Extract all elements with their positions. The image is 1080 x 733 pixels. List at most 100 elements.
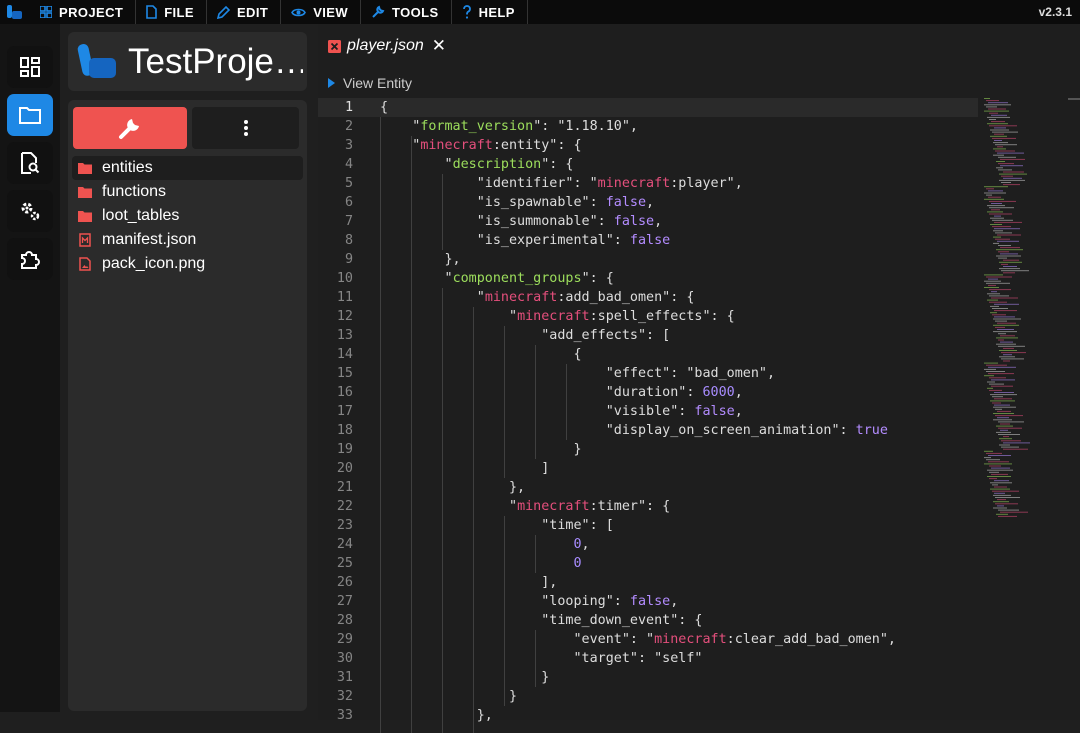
- minimap-line: [1001, 270, 1029, 272]
- tree-item-loot-tables[interactable]: loot_tables: [72, 204, 303, 228]
- minimap-line: [1001, 263, 1008, 265]
- file-icon: [146, 5, 158, 19]
- tree-item-pack-icon[interactable]: pack_icon.png: [72, 252, 303, 276]
- code-token: true: [855, 423, 888, 438]
- explorer-button[interactable]: [7, 94, 53, 136]
- code-token: :spell_effects": {: [589, 309, 735, 324]
- code-line[interactable]: 13 "add_effects": [: [318, 326, 978, 345]
- minimap-line: [997, 329, 1014, 330]
- minimap-line: [986, 282, 1010, 284]
- pencil-icon: [216, 5, 230, 19]
- line-number: 1: [344, 100, 353, 115]
- code-line[interactable]: 32 }: [318, 687, 978, 706]
- code-line[interactable]: 8 "is_experimental": false: [318, 231, 978, 250]
- code-line[interactable]: 11 "minecraft:add_bad_omen": {: [318, 288, 978, 307]
- minimap-line: [998, 339, 1004, 341]
- code-line[interactable]: 18 "display_on_screen_animation": true: [318, 421, 978, 440]
- menu-edit[interactable]: EDIT: [207, 0, 282, 24]
- minimap-line: [997, 240, 1019, 242]
- minimap-line: [998, 169, 1012, 171]
- code-line[interactable]: 10 "component_groups": {: [318, 269, 978, 288]
- minimap-line: [994, 486, 1007, 488]
- minimap-line: [993, 406, 1016, 408]
- minimap-line: [984, 192, 1006, 194]
- line-number: 10: [336, 271, 353, 286]
- code-line[interactable]: 2 "format_version": "1.18.10",: [318, 117, 978, 136]
- minimap-line: [984, 274, 1003, 276]
- code-token: "looping":: [380, 594, 630, 609]
- minimap-line: [1003, 171, 1024, 173]
- code-line[interactable]: 16 "duration": 6000,: [318, 383, 978, 402]
- tree-item-functions[interactable]: functions: [72, 180, 303, 204]
- tools-button[interactable]: [73, 107, 187, 149]
- file-explorer: entities functions loot_tables manifest.…: [68, 100, 307, 711]
- code-line[interactable]: 33 },: [318, 706, 978, 725]
- more-options-button[interactable]: [192, 107, 299, 149]
- line-number: 27: [336, 594, 353, 609]
- minimap-line: [989, 471, 999, 473]
- code-line[interactable]: 30 "target": "self": [318, 649, 978, 668]
- view-entity-link[interactable]: View Entity: [328, 75, 412, 91]
- code-line[interactable]: 28 "time_down_event": {: [318, 611, 978, 630]
- settings-button[interactable]: [7, 190, 53, 232]
- code-line[interactable]: 22 "minecraft:timer": {: [318, 497, 978, 516]
- minimap-line: [990, 312, 997, 314]
- dashboard-button[interactable]: [7, 46, 53, 88]
- app-logo-icon[interactable]: [0, 0, 30, 24]
- extensions-button[interactable]: [7, 238, 53, 280]
- minimap[interactable]: [982, 98, 1080, 518]
- code-line[interactable]: 5 "identifier": "minecraft:player",: [318, 174, 978, 193]
- minimap-line: [988, 102, 1008, 104]
- tab-player-json[interactable]: player.json ✕: [328, 36, 446, 56]
- code-line[interactable]: 14 {: [318, 345, 978, 364]
- project-header[interactable]: TestProje…: [68, 32, 307, 91]
- minimap-line: [989, 119, 996, 120]
- code-line[interactable]: 26 ],: [318, 573, 978, 592]
- line-number: 12: [336, 309, 353, 324]
- code-line[interactable]: 9 },: [318, 250, 978, 269]
- code-line[interactable]: 17 "visible": false,: [318, 402, 978, 421]
- code-line[interactable]: 21 },: [318, 478, 978, 497]
- code-line[interactable]: 31 }: [318, 668, 978, 687]
- code-line[interactable]: 4 "description": {: [318, 155, 978, 174]
- code-line[interactable]: 25 0: [318, 554, 978, 573]
- minimap-line: [987, 476, 1011, 477]
- menu-file[interactable]: FILE: [136, 0, 207, 24]
- code-token: false: [694, 404, 735, 419]
- minimap-line: [984, 368, 996, 370]
- image-file-icon: [78, 257, 92, 271]
- code-line[interactable]: 3 "minecraft:entity": {: [318, 136, 978, 155]
- file-search-button[interactable]: [7, 142, 53, 184]
- line-number: 7: [344, 214, 353, 229]
- menu-view[interactable]: VIEW: [281, 0, 362, 24]
- scrollbar[interactable]: [1068, 98, 1080, 720]
- tree-item-entities[interactable]: entities: [72, 156, 303, 180]
- menu-help[interactable]: HELP: [452, 0, 528, 24]
- minimap-line: [995, 144, 1017, 146]
- code-line[interactable]: 12 "minecraft:spell_effects": {: [318, 307, 978, 326]
- code-token: {: [380, 100, 389, 115]
- code-line[interactable]: 19 }: [318, 440, 978, 459]
- question-icon: [462, 5, 471, 19]
- code-line[interactable]: 6 "is_spawnable": false,: [318, 193, 978, 212]
- code-line[interactable]: 29 "event": "minecraft:clear_add_bad_ome…: [318, 630, 978, 649]
- code-line[interactable]: 1{: [318, 98, 978, 117]
- minimap-line: [1003, 266, 1017, 267]
- code-line[interactable]: 15 "effect": "bad_omen",: [318, 364, 978, 383]
- minimap-line: [999, 179, 1025, 181]
- code-line[interactable]: 20 ]: [318, 459, 978, 478]
- code-line[interactable]: 23 "time": [: [318, 516, 978, 535]
- code-line[interactable]: 7 "is_summonable": false,: [318, 212, 978, 231]
- code-line[interactable]: 27 "looping": false,: [318, 592, 978, 611]
- minimap-line: [1001, 352, 1026, 354]
- menu-project[interactable]: PROJECT: [30, 0, 137, 24]
- tree-item-manifest[interactable]: manifest.json: [72, 228, 303, 252]
- close-icon[interactable]: ✕: [432, 36, 446, 56]
- code-text: }: [380, 687, 517, 706]
- code-token: ": {: [581, 271, 614, 286]
- menu-tools[interactable]: TOOLS: [361, 0, 452, 24]
- minimap-line: [996, 343, 1016, 345]
- code-line[interactable]: 24 0,: [318, 535, 978, 554]
- code-area[interactable]: 1{2 "format_version": "1.18.10", 3 "minec…: [318, 98, 978, 733]
- code-token: "event": ": [380, 632, 655, 647]
